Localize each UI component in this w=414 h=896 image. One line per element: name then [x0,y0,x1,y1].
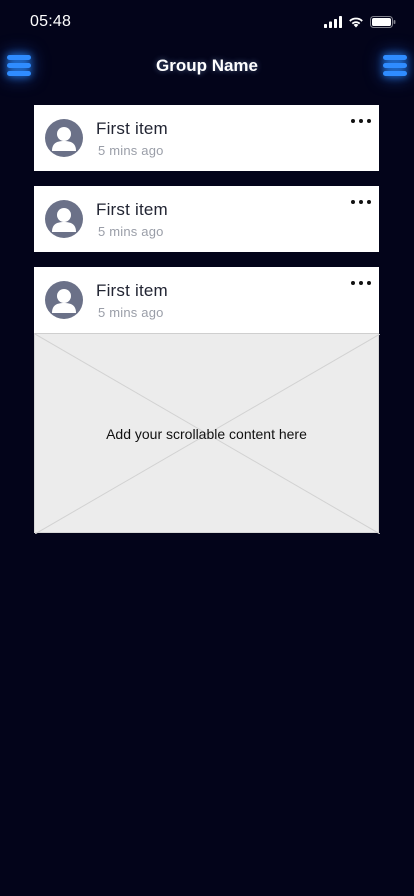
dot [359,281,363,285]
list-item[interactable]: First item 5 mins ago [34,186,379,252]
list-item[interactable]: First item 5 mins ago Add your scrollabl… [34,267,380,534]
menu-bar [383,71,407,76]
list-item[interactable]: First item 5 mins ago [34,105,379,171]
user-avatar-icon [45,200,83,238]
item-title: First item [96,119,168,138]
item-title: First item [96,200,168,219]
menu-bar [383,63,407,68]
list-item-header: First item 5 mins ago [34,105,379,171]
more-options-icon[interactable] [351,115,371,127]
menu-bar [383,55,407,60]
cellular-signal-icon [324,16,342,28]
status-time: 05:48 [30,13,72,30]
dot [359,119,363,123]
status-icons [324,16,396,28]
list-item-header: First item 5 mins ago [34,186,379,252]
item-timestamp: 5 mins ago [98,305,164,320]
wifi-icon [349,17,363,28]
dot [351,281,355,285]
more-options-icon[interactable] [351,196,371,208]
status-bar: 05:48 [0,0,414,44]
item-timestamp: 5 mins ago [98,224,164,239]
dot [367,200,371,204]
battery-icon [370,16,396,28]
dot [359,200,363,204]
menu-icon[interactable] [383,54,407,76]
dot [351,119,355,123]
item-title: First item [96,281,168,300]
dot [367,281,371,285]
dot [367,119,371,123]
user-avatar-icon [45,281,83,319]
dot [351,200,355,204]
page-title: Group Name [155,56,259,75]
item-timestamp: 5 mins ago [98,143,164,158]
placeholder-text: Add your scrollable content here [106,426,307,442]
user-avatar-icon [45,119,83,157]
more-options-icon[interactable] [351,277,371,289]
scrollable-content-placeholder[interactable]: Add your scrollable content here [34,333,380,534]
list-item-header: First item 5 mins ago [34,267,379,333]
header: Group Name [0,44,414,88]
